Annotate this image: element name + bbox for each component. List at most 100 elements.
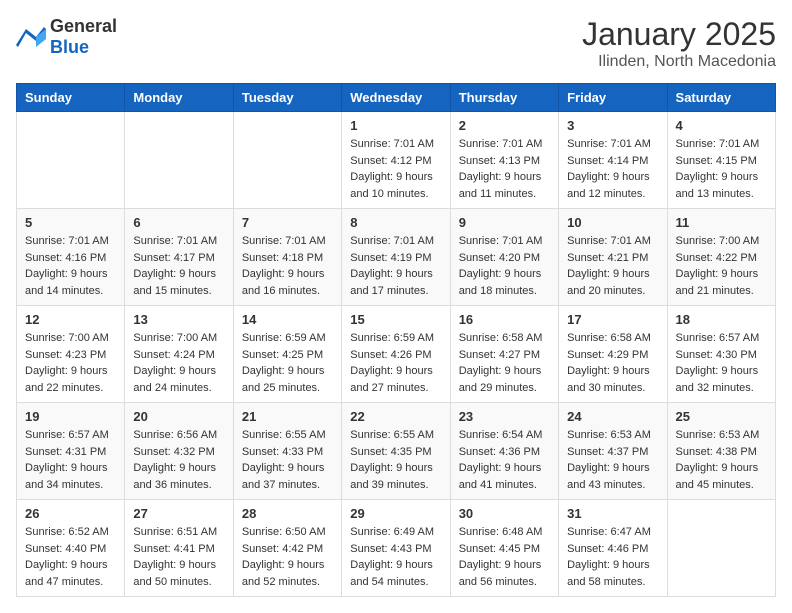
day-number: 15 [350, 312, 441, 327]
calendar-cell: 2Sunrise: 7:01 AMSunset: 4:13 PMDaylight… [450, 112, 558, 209]
calendar-cell: 3Sunrise: 7:01 AMSunset: 4:14 PMDaylight… [559, 112, 667, 209]
day-number: 30 [459, 506, 550, 521]
calendar-cell: 8Sunrise: 7:01 AMSunset: 4:19 PMDaylight… [342, 209, 450, 306]
day-number: 19 [25, 409, 116, 424]
calendar-cell: 14Sunrise: 6:59 AMSunset: 4:25 PMDayligh… [233, 306, 341, 403]
day-info: Sunset: 4:42 PM [242, 541, 333, 558]
day-info: Daylight: 9 hours and 20 minutes. [567, 266, 658, 299]
calendar-cell: 7Sunrise: 7:01 AMSunset: 4:18 PMDaylight… [233, 209, 341, 306]
calendar-cell: 22Sunrise: 6:55 AMSunset: 4:35 PMDayligh… [342, 403, 450, 500]
day-info: Daylight: 9 hours and 52 minutes. [242, 557, 333, 590]
calendar-cell: 16Sunrise: 6:58 AMSunset: 4:27 PMDayligh… [450, 306, 558, 403]
day-number: 9 [459, 215, 550, 230]
day-info: Daylight: 9 hours and 30 minutes. [567, 363, 658, 396]
logo-text: General Blue [50, 16, 117, 58]
day-number: 16 [459, 312, 550, 327]
day-info: Sunset: 4:23 PM [25, 347, 116, 364]
day-info: Daylight: 9 hours and 25 minutes. [242, 363, 333, 396]
calendar-cell: 26Sunrise: 6:52 AMSunset: 4:40 PMDayligh… [17, 500, 125, 597]
calendar-cell: 18Sunrise: 6:57 AMSunset: 4:30 PMDayligh… [667, 306, 775, 403]
day-info: Sunrise: 6:56 AM [133, 427, 224, 444]
day-info: Sunrise: 7:01 AM [350, 136, 441, 153]
calendar-header: SundayMondayTuesdayWednesdayThursdayFrid… [17, 84, 776, 112]
day-info: Daylight: 9 hours and 17 minutes. [350, 266, 441, 299]
day-info: Sunrise: 6:55 AM [242, 427, 333, 444]
day-info: Sunset: 4:14 PM [567, 153, 658, 170]
day-number: 28 [242, 506, 333, 521]
calendar-cell: 9Sunrise: 7:01 AMSunset: 4:20 PMDaylight… [450, 209, 558, 306]
day-number: 13 [133, 312, 224, 327]
day-info: Sunrise: 7:00 AM [676, 233, 767, 250]
day-info: Daylight: 9 hours and 13 minutes. [676, 169, 767, 202]
day-info: Sunset: 4:27 PM [459, 347, 550, 364]
day-info: Sunrise: 6:59 AM [242, 330, 333, 347]
day-info: Sunset: 4:29 PM [567, 347, 658, 364]
logo: General Blue [16, 16, 117, 58]
day-info: Sunset: 4:17 PM [133, 250, 224, 267]
day-info: Sunset: 4:46 PM [567, 541, 658, 558]
day-info: Sunset: 4:26 PM [350, 347, 441, 364]
day-info: Daylight: 9 hours and 39 minutes. [350, 460, 441, 493]
day-number: 22 [350, 409, 441, 424]
day-info: Daylight: 9 hours and 36 minutes. [133, 460, 224, 493]
day-info: Sunset: 4:36 PM [459, 444, 550, 461]
day-number: 29 [350, 506, 441, 521]
day-number: 24 [567, 409, 658, 424]
day-info: Sunset: 4:31 PM [25, 444, 116, 461]
day-info: Sunrise: 6:53 AM [567, 427, 658, 444]
header: General Blue January 2025 Ilinden, North… [16, 16, 776, 71]
day-info: Daylight: 9 hours and 27 minutes. [350, 363, 441, 396]
day-info: Sunrise: 7:01 AM [459, 136, 550, 153]
day-number: 4 [676, 118, 767, 133]
calendar-week-row: 1Sunrise: 7:01 AMSunset: 4:12 PMDaylight… [17, 112, 776, 209]
day-info: Sunrise: 7:01 AM [567, 233, 658, 250]
day-number: 8 [350, 215, 441, 230]
calendar-cell: 13Sunrise: 7:00 AMSunset: 4:24 PMDayligh… [125, 306, 233, 403]
day-info: Sunset: 4:19 PM [350, 250, 441, 267]
calendar-week-row: 5Sunrise: 7:01 AMSunset: 4:16 PMDaylight… [17, 209, 776, 306]
day-info: Daylight: 9 hours and 21 minutes. [676, 266, 767, 299]
logo-general: General [50, 16, 117, 36]
day-info: Sunset: 4:21 PM [567, 250, 658, 267]
day-info: Sunrise: 6:48 AM [459, 524, 550, 541]
weekday-header: Sunday [17, 84, 125, 112]
day-number: 5 [25, 215, 116, 230]
day-info: Sunset: 4:22 PM [676, 250, 767, 267]
day-number: 14 [242, 312, 333, 327]
day-info: Sunset: 4:40 PM [25, 541, 116, 558]
day-info: Daylight: 9 hours and 56 minutes. [459, 557, 550, 590]
location-title: Ilinden, North Macedonia [582, 53, 776, 71]
day-info: Daylight: 9 hours and 32 minutes. [676, 363, 767, 396]
calendar-cell: 29Sunrise: 6:49 AMSunset: 4:43 PMDayligh… [342, 500, 450, 597]
calendar-cell [17, 112, 125, 209]
day-info: Daylight: 9 hours and 11 minutes. [459, 169, 550, 202]
calendar-cell: 20Sunrise: 6:56 AMSunset: 4:32 PMDayligh… [125, 403, 233, 500]
day-number: 31 [567, 506, 658, 521]
day-info: Daylight: 9 hours and 18 minutes. [459, 266, 550, 299]
day-info: Sunrise: 6:58 AM [567, 330, 658, 347]
calendar-week-row: 19Sunrise: 6:57 AMSunset: 4:31 PMDayligh… [17, 403, 776, 500]
day-number: 10 [567, 215, 658, 230]
logo-icon [16, 25, 46, 49]
calendar-cell: 19Sunrise: 6:57 AMSunset: 4:31 PMDayligh… [17, 403, 125, 500]
calendar-cell: 15Sunrise: 6:59 AMSunset: 4:26 PMDayligh… [342, 306, 450, 403]
day-info: Sunrise: 6:57 AM [676, 330, 767, 347]
day-number: 12 [25, 312, 116, 327]
calendar-cell: 6Sunrise: 7:01 AMSunset: 4:17 PMDaylight… [125, 209, 233, 306]
calendar-cell: 21Sunrise: 6:55 AMSunset: 4:33 PMDayligh… [233, 403, 341, 500]
day-number: 21 [242, 409, 333, 424]
weekday-header: Friday [559, 84, 667, 112]
day-info: Daylight: 9 hours and 54 minutes. [350, 557, 441, 590]
day-info: Sunset: 4:18 PM [242, 250, 333, 267]
day-info: Sunset: 4:12 PM [350, 153, 441, 170]
day-info: Sunset: 4:43 PM [350, 541, 441, 558]
day-info: Sunrise: 7:01 AM [459, 233, 550, 250]
day-info: Sunrise: 7:01 AM [567, 136, 658, 153]
day-info: Sunrise: 7:01 AM [242, 233, 333, 250]
day-info: Daylight: 9 hours and 29 minutes. [459, 363, 550, 396]
day-info: Sunrise: 7:00 AM [133, 330, 224, 347]
calendar-cell: 27Sunrise: 6:51 AMSunset: 4:41 PMDayligh… [125, 500, 233, 597]
day-info: Sunrise: 6:52 AM [25, 524, 116, 541]
day-info: Sunset: 4:41 PM [133, 541, 224, 558]
day-info: Sunset: 4:24 PM [133, 347, 224, 364]
